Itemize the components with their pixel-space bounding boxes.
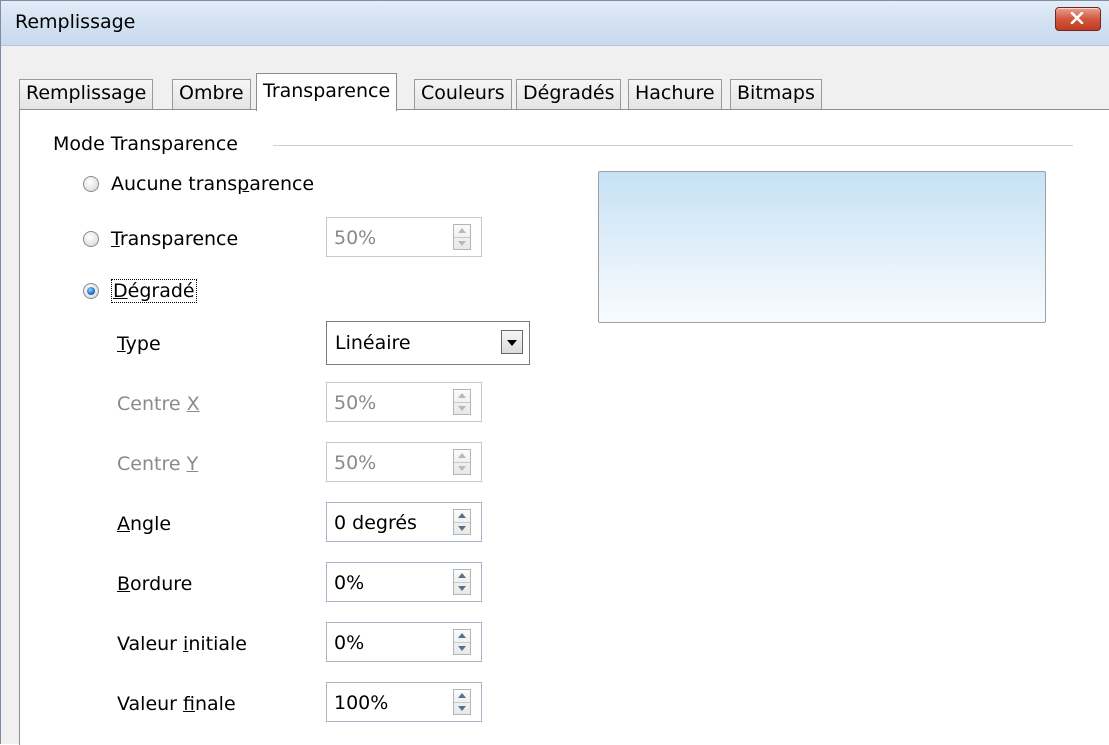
spin-down-icon [458, 586, 466, 591]
radio-gradient[interactable]: Dégradé [83, 279, 197, 303]
spin-down-icon [458, 406, 466, 411]
radio-transparency-button[interactable] [83, 231, 99, 247]
tab-bitmaps[interactable]: Bitmaps [730, 79, 822, 109]
end-value-spinbox[interactable]: 100% [326, 682, 482, 722]
window-title: Remplissage [15, 11, 136, 33]
tab-couleurs[interactable]: Couleurs [414, 79, 512, 109]
radio-no-transparency[interactable]: Aucune transparence [83, 173, 314, 195]
chevron-down-icon [507, 340, 517, 346]
close-button[interactable] [1055, 7, 1101, 31]
transparency-stepper[interactable] [453, 224, 471, 250]
center-x-label: Centre X [117, 393, 200, 415]
end-value-label: Valeur finale [117, 693, 236, 715]
angle-stepper[interactable] [453, 509, 471, 535]
spin-up-icon [458, 228, 466, 233]
center-y-label: Centre Y [117, 453, 199, 475]
angle-value: 0 degrés [334, 512, 417, 534]
center-y-stepper[interactable] [453, 449, 471, 475]
spin-up-icon [458, 573, 466, 578]
radio-no-transparency-label: Aucune transparence [111, 173, 315, 195]
center-y-spinbox[interactable]: 50% [326, 442, 482, 482]
radio-no-transparency-button[interactable] [83, 176, 99, 192]
transparency-preview [598, 171, 1046, 323]
type-label: Type [117, 333, 161, 355]
spin-down-icon [458, 466, 466, 471]
end-value-stepper[interactable] [453, 689, 471, 715]
tab-transparence[interactable]: Transparence [256, 73, 398, 111]
spin-up-icon [458, 453, 466, 458]
spin-up-icon [458, 633, 466, 638]
center-x-spinbox[interactable]: 50% [326, 382, 482, 422]
angle-label: Angle [117, 513, 172, 535]
spin-up-icon [458, 693, 466, 698]
border-value: 0% [334, 572, 365, 594]
start-value-label: Valeur initiale [117, 633, 247, 655]
type-value: Linéaire [335, 332, 411, 354]
dropdown-button[interactable] [501, 330, 523, 354]
spin-up-icon [458, 513, 466, 518]
spin-up-icon [458, 393, 466, 398]
end-value-value: 100% [334, 692, 389, 714]
transparency-value: 50% [334, 227, 377, 249]
start-value-stepper[interactable] [453, 629, 471, 655]
type-select[interactable]: Linéaire [326, 321, 530, 365]
angle-spinbox[interactable]: 0 degrés [326, 502, 482, 542]
title-bar[interactable]: Remplissage [1, 1, 1109, 46]
radio-gradient-button[interactable] [83, 283, 99, 299]
group-title: Mode Transparence [53, 133, 246, 155]
start-value-spinbox[interactable]: 0% [326, 622, 482, 662]
group-divider [273, 145, 1073, 146]
center-y-value: 50% [334, 452, 377, 474]
center-x-value: 50% [334, 392, 377, 414]
border-label: Bordure [117, 573, 193, 595]
spin-down-icon [458, 706, 466, 711]
tab-degrades[interactable]: Dégradés [516, 79, 622, 109]
tab-remplissage[interactable]: Remplissage [19, 79, 154, 109]
border-spinbox[interactable]: 0% [326, 562, 482, 602]
spin-down-icon [458, 646, 466, 651]
start-value-value: 0% [334, 632, 365, 654]
tab-ombre[interactable]: Ombre [172, 79, 251, 109]
fill-dialog: Remplissage Remplissage Ombre Transparen… [0, 0, 1109, 745]
close-icon [1070, 12, 1084, 24]
center-x-stepper[interactable] [453, 389, 471, 415]
transparency-spinbox[interactable]: 50% [326, 217, 482, 257]
radio-transparency-label: Transparence [111, 228, 239, 250]
radio-transparency[interactable]: Transparence [83, 228, 238, 250]
spin-down-icon [458, 241, 466, 246]
radio-gradient-label: Dégradé [111, 279, 197, 303]
tab-hachure[interactable]: Hachure [628, 79, 722, 109]
border-stepper[interactable] [453, 569, 471, 595]
spin-down-icon [458, 526, 466, 531]
